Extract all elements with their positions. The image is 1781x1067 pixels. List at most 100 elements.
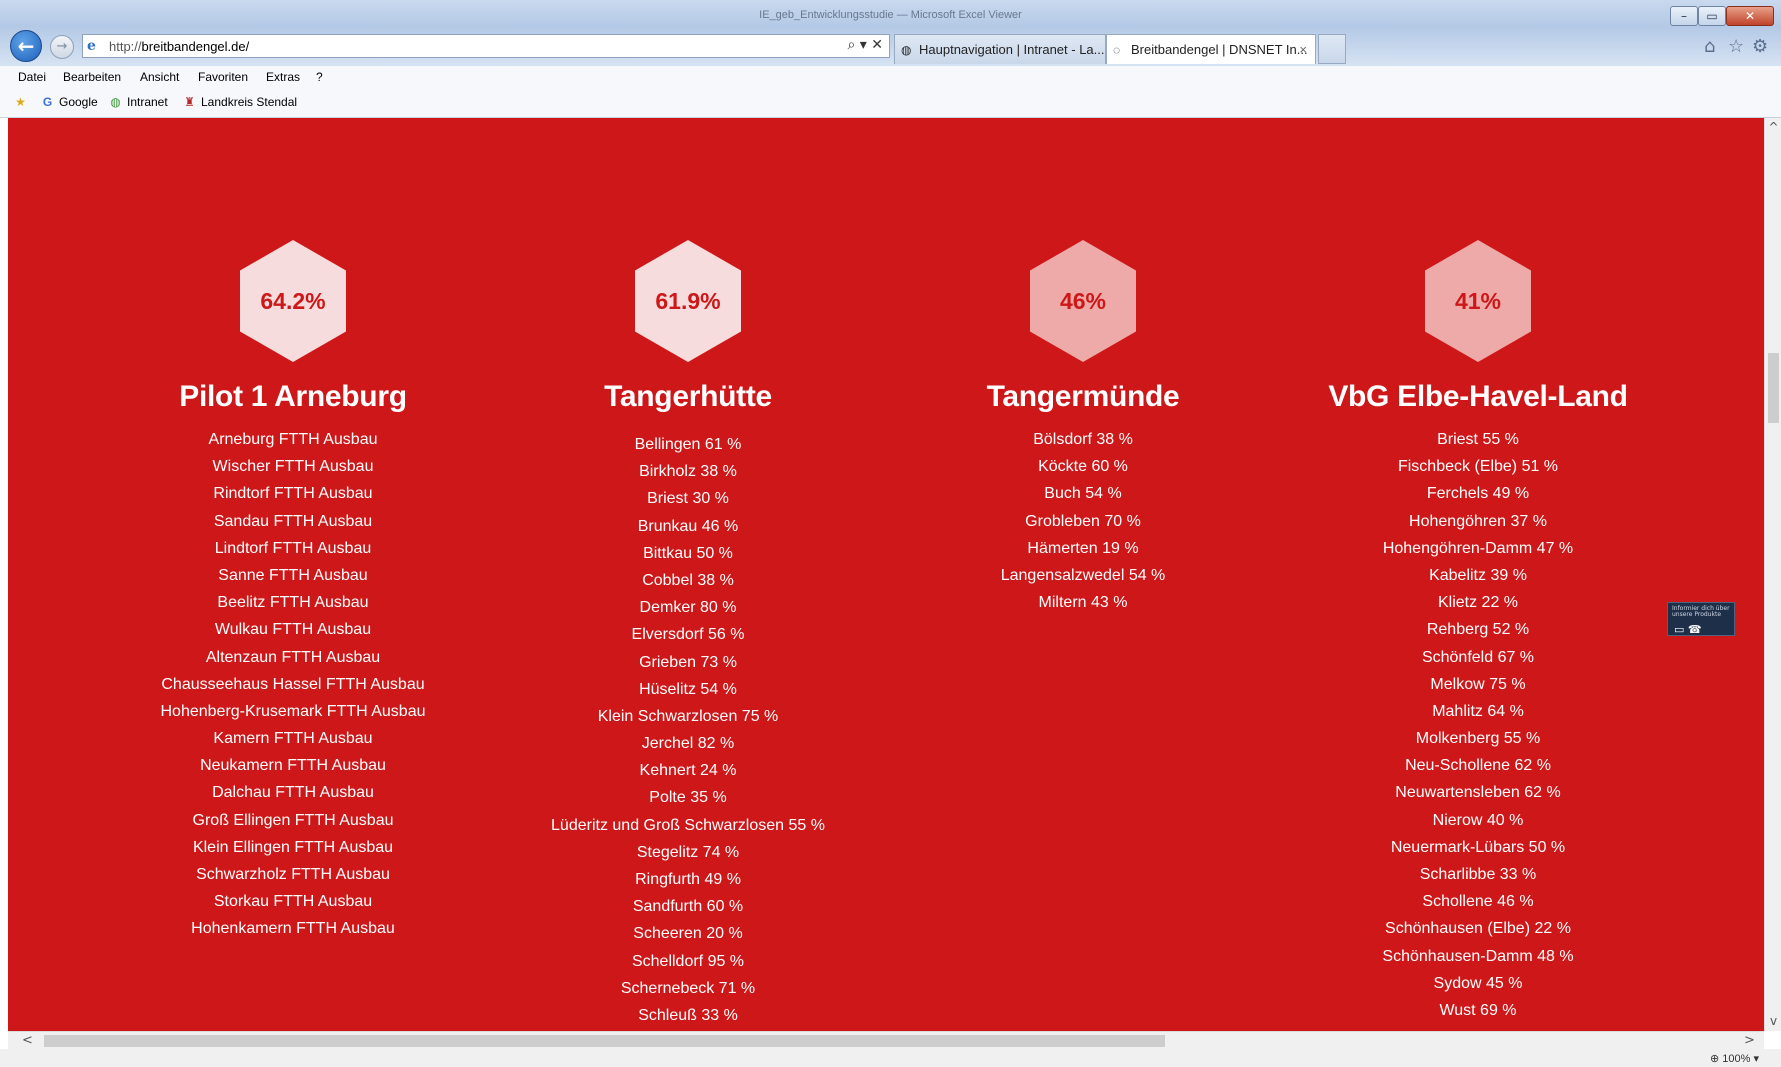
- close-window-button[interactable]: ✕: [1726, 6, 1774, 26]
- list-item: Scharlibbe 33 %: [1419, 866, 1537, 883]
- settings-gear-icon[interactable]: ⚙: [1752, 36, 1768, 57]
- list-item: Neuermark-Lübars 50 %: [1390, 838, 1566, 856]
- list-item: Bölsdorf 38 %: [1033, 431, 1133, 448]
- menu-datei[interactable]: Datei: [18, 70, 46, 84]
- list-item: Schollene 46 %: [1422, 893, 1534, 911]
- product-info-widget[interactable]: Informier dich über unsere Produkte ▭ ☎: [1667, 602, 1735, 636]
- scroll-left-icon[interactable]: <: [22, 1033, 33, 1048]
- globe-icon: ◍: [110, 95, 121, 109]
- fav-landkreis-stendal[interactable]: ♜ Landkreis Stendal: [182, 95, 297, 110]
- list-item: Hohengöhren-Damm 47 %: [1382, 539, 1574, 557]
- horizontal-scroll-thumb[interactable]: [44, 1035, 1165, 1047]
- list-item: Briest 30 %: [647, 490, 729, 508]
- vertical-scrollbar[interactable]: ^ v: [1764, 118, 1781, 1031]
- scroll-down-icon[interactable]: v: [1766, 1014, 1781, 1028]
- arrow-left-icon: ←: [17, 34, 35, 58]
- minimize-button[interactable]: –: [1670, 6, 1698, 26]
- list-item: Grobleben 70 %: [1025, 512, 1141, 530]
- list-item: Mahlitz 64 %: [1432, 702, 1524, 720]
- list-item: Hüselitz 54 %: [639, 680, 737, 698]
- list-item: Sydow 45 %: [1433, 974, 1523, 992]
- list-item: Polte 35 %: [649, 789, 727, 807]
- list-item: Neukamern FTTH Ausbau: [200, 757, 386, 775]
- list-item: Wischer FTTH Ausbau: [212, 458, 374, 476]
- list-item: Altenzaun FTTH Ausbau: [205, 648, 381, 666]
- list-item: Neu-Schollene 62 %: [1405, 757, 1551, 775]
- list-item: Schleuß 33 %: [638, 1006, 738, 1024]
- menu-help[interactable]: ?: [316, 70, 323, 84]
- list-item: Chausseehaus Hassel FTTH Ausbau: [161, 675, 425, 693]
- list-item: Sandau FTTH Ausbau: [213, 512, 373, 530]
- arrow-right-icon: →: [56, 39, 68, 54]
- list-item: Schelldorf 95 %: [631, 952, 745, 970]
- tab-close-icon[interactable]: ×: [1299, 42, 1307, 57]
- percent-hexagon: 61.9%: [635, 240, 741, 362]
- zoom-level[interactable]: ⊕ 100% ▾: [1710, 1052, 1759, 1065]
- column-title: VbG Elbe-Havel-Land: [1328, 380, 1628, 413]
- laptop-phone-icon: ▭ ☎: [1674, 623, 1702, 636]
- fav-google[interactable]: G Google: [40, 95, 98, 110]
- list-item: Ringfurth 49 %: [635, 871, 741, 888]
- list-item: Kehnert 24 %: [639, 762, 737, 780]
- menu-extras[interactable]: Extras: [266, 70, 300, 84]
- list-item: Schönhausen-Damm 48 %: [1382, 947, 1574, 965]
- menu-favoriten[interactable]: Favoriten: [198, 70, 248, 84]
- globe-icon: ◍: [901, 43, 912, 57]
- list-item: Ferchels 49 %: [1426, 485, 1530, 503]
- widget-text: Informier dich über unsere Produkte: [1672, 605, 1730, 618]
- maximize-button[interactable]: ▭: [1698, 6, 1726, 26]
- address-bar[interactable]: e http://breitbandengel.de/ ⌕ ▾ ✕: [82, 34, 890, 58]
- column-title: Tangerhütte: [604, 380, 772, 413]
- loading-icon: ◌: [1113, 43, 1121, 57]
- menu-ansicht[interactable]: Ansicht: [140, 70, 179, 84]
- favorites-star-add-icon[interactable]: ★: [13, 95, 32, 110]
- percent-hexagon: 46%: [1030, 240, 1136, 362]
- list-item: Groß Ellingen FTTH Ausbau: [192, 811, 394, 829]
- page-viewport: 64.2% Pilot 1 Arneburg Arneburg FTTH Aus…: [8, 118, 1764, 1031]
- list-item: Klietz 22 %: [1437, 594, 1519, 612]
- list-item: Nierow 40 %: [1432, 811, 1524, 829]
- list-item: Elversdorf 56 %: [631, 626, 745, 644]
- tab-hauptnavigation[interactable]: ◍ Hauptnavigation | Intranet - La...: [894, 34, 1106, 64]
- list-item: Hohenkamern FTTH Ausbau: [191, 920, 395, 938]
- fav-intranet[interactable]: ◍ Intranet: [108, 95, 167, 110]
- list-item: Bellingen 61 %: [634, 436, 742, 453]
- scroll-up-icon[interactable]: ^: [1766, 120, 1781, 134]
- new-tab-button[interactable]: [1318, 34, 1346, 64]
- list-item: Hohengöhren 37 %: [1409, 512, 1547, 530]
- list-item: Schönhausen (Elbe) 22 %: [1385, 920, 1571, 938]
- vertical-scroll-thumb[interactable]: [1768, 353, 1779, 423]
- address-tools[interactable]: ⌕ ▾ ✕: [848, 37, 884, 53]
- tab-breitbandengel[interactable]: ◌ Breitbandengel | DNSNET In... ×: [1106, 34, 1316, 64]
- crest-icon: ♜: [184, 95, 195, 109]
- list-item: Buch 54 %: [1044, 485, 1122, 503]
- tab-label: Hauptnavigation | Intranet - La...: [919, 42, 1105, 57]
- list-item: Schwarzholz FTTH Ausbau: [196, 866, 390, 883]
- google-icon: G: [42, 95, 53, 109]
- list-item: Briest 55 %: [1437, 431, 1519, 448]
- list-item: Köckte 60 %: [1038, 458, 1128, 476]
- status-bar: ⊕ 100% ▾: [0, 1049, 1781, 1067]
- list-item: Beelitz FTTH Ausbau: [217, 594, 369, 612]
- list-item: Miltern 43 %: [1038, 594, 1128, 612]
- list-item: Kabelitz 39 %: [1429, 566, 1527, 584]
- forward-button[interactable]: →: [50, 35, 74, 59]
- window-title: IE_geb_Entwicklungsstudie — Microsoft Ex…: [759, 9, 1022, 21]
- menu-bearbeiten[interactable]: Bearbeiten: [63, 70, 121, 84]
- back-button[interactable]: ←: [10, 30, 42, 62]
- list-item: Wulkau FTTH Ausbau: [214, 621, 372, 639]
- list-item: Schönfeld 67 %: [1421, 648, 1535, 666]
- list-item: Neuwartensleben 62 %: [1395, 784, 1561, 802]
- list-item: Grieben 73 %: [639, 653, 737, 671]
- scroll-right-icon[interactable]: >: [1744, 1033, 1755, 1048]
- favorites-star-icon[interactable]: ☆: [1728, 36, 1744, 57]
- home-icon[interactable]: ⌂: [1704, 36, 1715, 57]
- list-item: Cobbel 38 %: [642, 571, 734, 589]
- list-item: Fischbeck (Elbe) 51 %: [1397, 458, 1559, 476]
- list-item: Wust 69 %: [1439, 1001, 1517, 1019]
- list-item: Klein Schwarzlosen 75 %: [597, 707, 779, 725]
- list-item: Bittkau 50 %: [643, 544, 733, 562]
- tab-label: Breitbandengel | DNSNET In...: [1131, 42, 1308, 57]
- list-item: Brunkau 46 %: [637, 517, 739, 535]
- horizontal-scrollbar[interactable]: < >: [8, 1031, 1764, 1049]
